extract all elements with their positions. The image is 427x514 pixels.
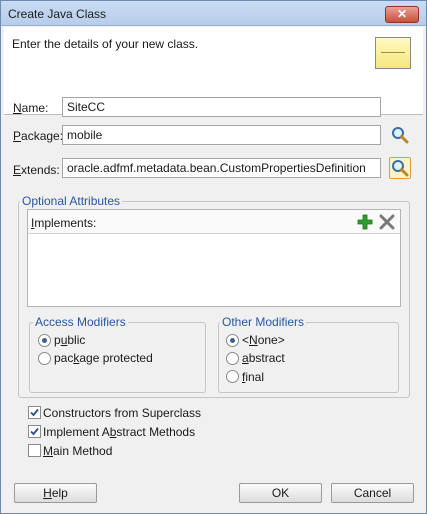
package-field[interactable]: mobile bbox=[62, 125, 381, 145]
constructors-label[interactable]: Constructors from Superclass bbox=[43, 406, 201, 420]
final-label[interactable]: final bbox=[242, 370, 264, 384]
close-icon[interactable]: ✕ bbox=[397, 7, 407, 21]
implement-abstract-checkbox[interactable] bbox=[28, 425, 41, 438]
window-title: Create Java Class bbox=[8, 7, 107, 21]
close-button[interactable]: ✕ bbox=[385, 6, 419, 23]
remove-icon[interactable] bbox=[379, 214, 395, 230]
package-label: Package: bbox=[13, 129, 64, 143]
implement-abstract-label[interactable]: Implement Abstract Methods bbox=[43, 425, 195, 439]
main-method-label[interactable]: Main Method bbox=[43, 444, 112, 458]
add-icon[interactable] bbox=[357, 214, 373, 230]
header-description: Enter the details of your new class. bbox=[12, 37, 199, 51]
ok-button[interactable]: OK bbox=[239, 483, 322, 503]
package-protected-radio[interactable] bbox=[38, 352, 51, 365]
name-label: Name: bbox=[13, 101, 49, 115]
check-icon bbox=[30, 427, 39, 436]
create-java-class-dialog: Create Java Class ✕ Enter the details of… bbox=[0, 0, 427, 514]
extends-field[interactable]: oracle.adfmf.metadata.bean.CustomPropert… bbox=[62, 158, 381, 178]
cancel-button[interactable]: Cancel bbox=[331, 483, 414, 503]
other-modifiers-title: Other Modifiers bbox=[220, 315, 307, 329]
search-icon bbox=[392, 160, 409, 177]
check-icon bbox=[30, 408, 39, 417]
extends-browse-button[interactable] bbox=[389, 157, 411, 179]
extends-label: Extends: bbox=[13, 163, 60, 177]
public-radio[interactable] bbox=[38, 334, 51, 347]
java-class-icon bbox=[375, 37, 411, 69]
help-button[interactable]: Help bbox=[14, 483, 97, 503]
public-label[interactable]: public bbox=[54, 333, 85, 347]
search-icon bbox=[392, 127, 409, 144]
main-method-checkbox[interactable] bbox=[28, 444, 41, 457]
implements-header: Implements: bbox=[28, 210, 400, 234]
package-browse-button[interactable] bbox=[389, 124, 411, 146]
access-modifiers-title: Access Modifiers bbox=[33, 315, 128, 329]
none-radio[interactable] bbox=[226, 334, 239, 347]
final-radio[interactable] bbox=[226, 370, 239, 383]
abstract-label[interactable]: abstract bbox=[242, 351, 285, 365]
implements-label: Implements: bbox=[31, 216, 97, 230]
title-bar[interactable]: Create Java Class ✕ bbox=[1, 1, 426, 26]
none-label[interactable]: <None> bbox=[242, 333, 285, 347]
constructors-checkbox[interactable] bbox=[28, 406, 41, 419]
implements-list[interactable]: Implements: bbox=[27, 209, 401, 307]
optional-attributes-title: Optional Attributes bbox=[20, 194, 123, 208]
abstract-radio[interactable] bbox=[226, 352, 239, 365]
package-protected-label[interactable]: package protected bbox=[54, 351, 153, 365]
name-field[interactable]: SiteCC bbox=[62, 97, 381, 117]
